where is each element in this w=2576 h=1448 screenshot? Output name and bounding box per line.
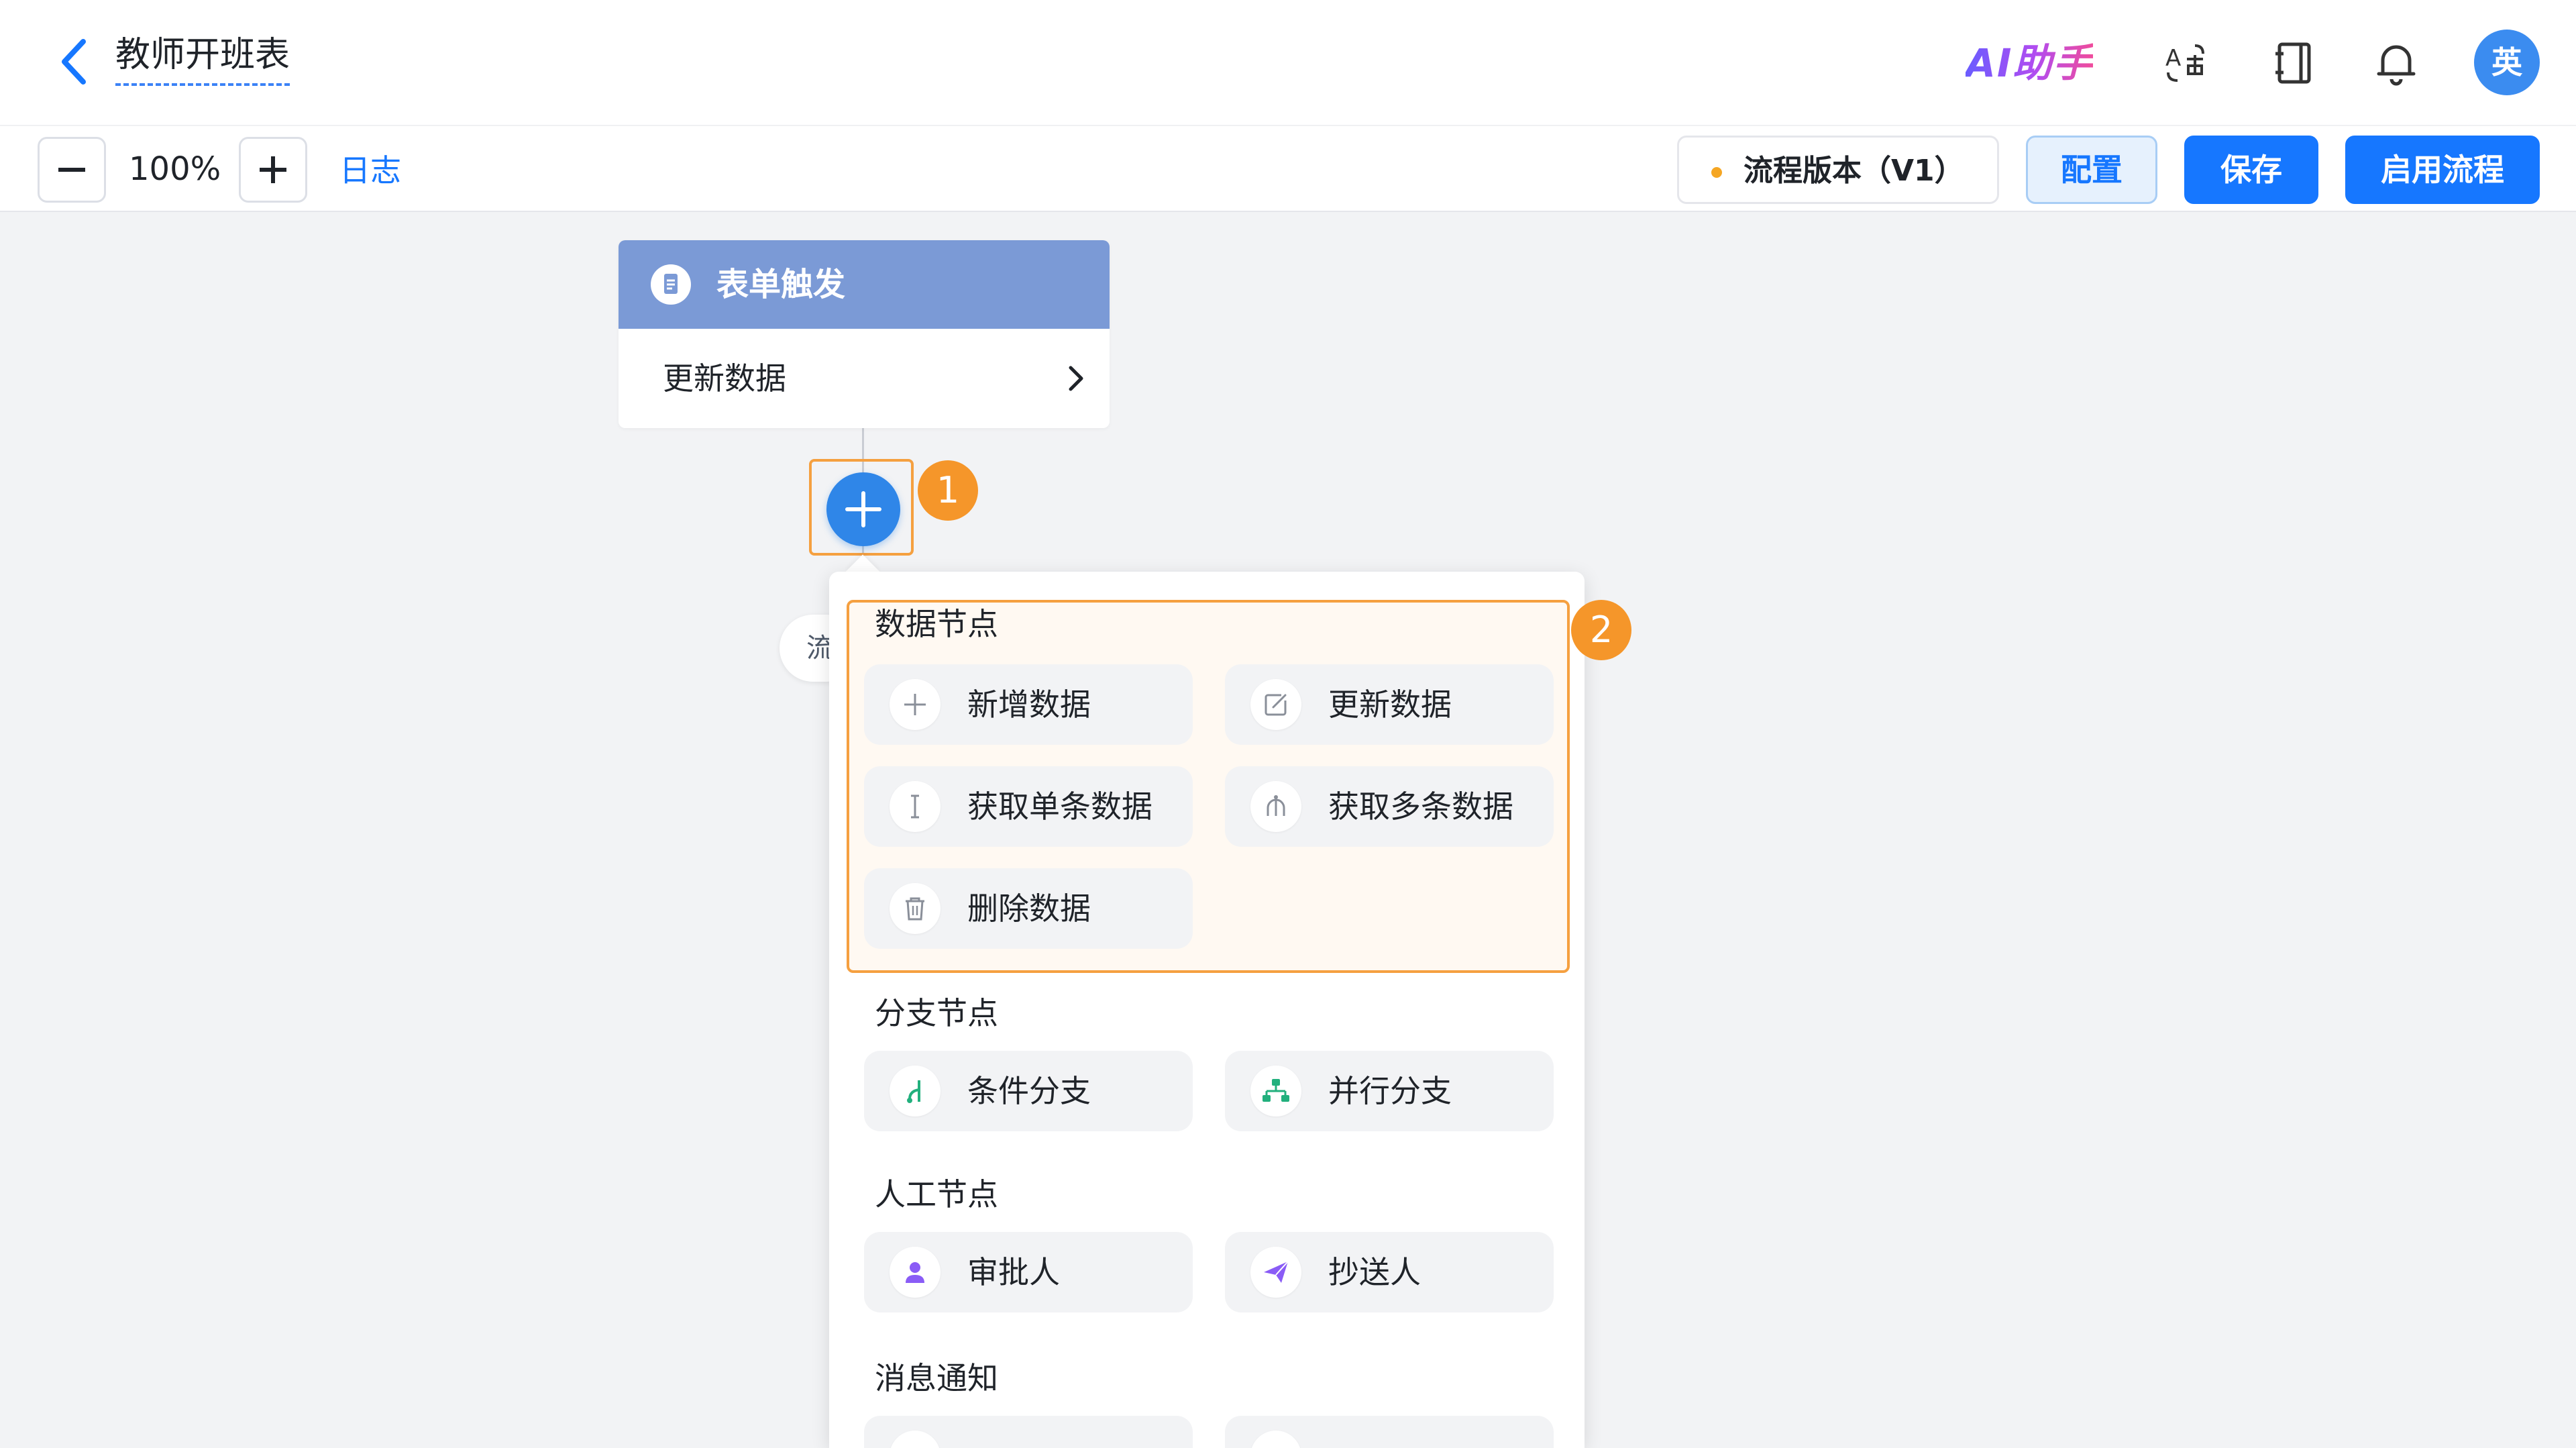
- single-data-icon: [911, 794, 919, 819]
- save-button[interactable]: 保存: [2184, 136, 2318, 204]
- version-status-dot: [1711, 167, 1722, 178]
- zoom-out-button[interactable]: [38, 137, 106, 203]
- menu-item-label: 并行分支: [1328, 1073, 1452, 1109]
- log-link[interactable]: 日志: [339, 150, 401, 191]
- page-title[interactable]: 教师开班表: [115, 31, 290, 86]
- ai-assistant-logo[interactable]: AI助手: [1966, 39, 2093, 87]
- menu-item-approver[interactable]: 审批人: [864, 1232, 1193, 1312]
- minus-icon: [58, 168, 85, 172]
- notebook-icon[interactable]: [2270, 39, 2318, 87]
- section-title-data-nodes: 数据节点: [875, 606, 998, 642]
- translate-icon[interactable]: A: [2161, 39, 2210, 87]
- section-title-human-nodes: 人工节点: [875, 1176, 998, 1212]
- zoom-in-button[interactable]: [239, 137, 307, 203]
- version-label: 流程版本（V1）: [1743, 154, 1964, 188]
- section-title-branch-nodes: 分支节点: [875, 995, 998, 1031]
- multi-data-icon: [1267, 795, 1285, 816]
- cc-send-icon: [1264, 1261, 1289, 1283]
- menu-item-get-multi-data[interactable]: 获取多条数据: [1225, 766, 1554, 847]
- menu-item-add-data[interactable]: 新增数据: [864, 664, 1193, 745]
- enable-flow-button[interactable]: 启用流程: [2345, 136, 2540, 204]
- trash-icon: [906, 897, 924, 921]
- menu-item-label: 抄送人: [1328, 1254, 1421, 1290]
- flow-version-selector[interactable]: 流程版本（V1）: [1677, 136, 1999, 204]
- menu-item-label: 获取单条数据: [967, 788, 1152, 825]
- condition-branch-icon: [907, 1080, 920, 1103]
- menu-item-label: 条件分支: [967, 1073, 1091, 1109]
- menu-item-label: 更新数据: [1328, 686, 1452, 723]
- user-avatar[interactable]: 英: [2474, 30, 2540, 95]
- step-badge-1: 1: [918, 460, 978, 521]
- edit-icon: [1265, 694, 1287, 716]
- chevron-right-icon: [1069, 366, 1083, 391]
- menu-item-notification-1[interactable]: [864, 1416, 1193, 1448]
- menu-item-label: 新增数据: [967, 686, 1091, 723]
- trigger-node-header: 表单触发: [619, 240, 1110, 329]
- step-badge-2: 2: [1571, 600, 1631, 660]
- menu-item-label: 审批人: [967, 1254, 1060, 1290]
- app-header: 教师开班表 AI助手 A 英: [0, 0, 2576, 125]
- parallel-branch-icon: [1263, 1079, 1289, 1102]
- menu-item-parallel-branch[interactable]: 并行分支: [1225, 1051, 1554, 1131]
- zoom-level: 100%: [129, 150, 221, 188]
- menu-item-update-data[interactable]: 更新数据: [1225, 664, 1554, 745]
- menu-item-delete-data[interactable]: 删除数据: [864, 868, 1193, 949]
- back-arrow-icon[interactable]: [52, 35, 95, 89]
- section-title-notifications: 消息通知: [875, 1360, 998, 1396]
- approver-icon: [906, 1262, 924, 1283]
- menu-item-cc[interactable]: 抄送人: [1225, 1232, 1554, 1312]
- trigger-node-action: 更新数据: [663, 360, 786, 397]
- notification-icon: [1250, 1431, 1301, 1448]
- plus-icon: [260, 156, 286, 183]
- form-document-icon: [651, 264, 691, 305]
- add-node-menu: 数据节点 新增数据 更新数据 获取单条数据 获取多条数据 删除数据 分支节点 条…: [829, 572, 1585, 1448]
- plus-icon: [904, 694, 926, 715]
- trigger-node-title: 表单触发: [716, 266, 846, 303]
- menu-item-get-single-data[interactable]: 获取单条数据: [864, 766, 1193, 847]
- menu-item-condition-branch[interactable]: 条件分支: [864, 1051, 1193, 1131]
- notification-icon: [890, 1431, 941, 1448]
- bell-icon[interactable]: [2372, 39, 2420, 87]
- form-trigger-node[interactable]: 表单触发 更新数据: [619, 240, 1110, 428]
- config-button[interactable]: 配置: [2026, 136, 2157, 204]
- add-node-button[interactable]: [826, 472, 900, 546]
- plus-icon: [845, 491, 881, 527]
- svg-text:A: A: [2165, 45, 2181, 72]
- menu-item-label: 获取多条数据: [1328, 788, 1513, 825]
- menu-item-label: 删除数据: [967, 890, 1091, 927]
- menu-item-notification-2[interactable]: [1225, 1416, 1554, 1448]
- canvas-toolbar: 100% 日志 流程版本（V1） 配置 保存 启用流程: [0, 125, 2576, 212]
